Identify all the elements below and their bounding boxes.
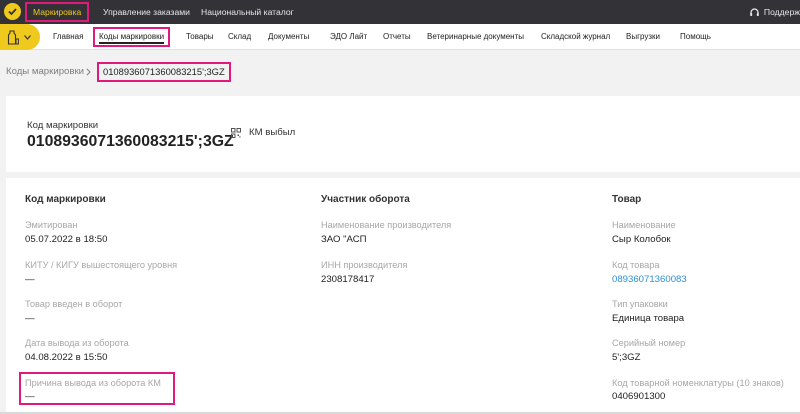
field-value-product-name: Сыр Колобок (612, 234, 671, 245)
field-label-product-name: Наименование (612, 220, 676, 230)
field-value-tnved: 0406901300 (612, 391, 666, 402)
code-header-label: Код маркировки (27, 120, 99, 131)
tab-help[interactable]: Помощь (680, 24, 711, 50)
product-section-title: Товар (612, 194, 642, 205)
withdrawal-reason-highlight (19, 372, 175, 405)
field-label-product-code: Код товара (612, 260, 660, 270)
field-value-package-type: Единица товара (612, 313, 685, 324)
participant-section-title: Участник оборота (321, 194, 410, 205)
code-header-value: 0108936071360083215';3GZ (27, 133, 234, 150)
field-value-serial-number: 5';3GZ (612, 352, 641, 363)
top-nav-orders[interactable]: Управление заказами (103, 0, 190, 24)
field-value-manufacturer-name: ЗАО "АСП (321, 234, 367, 245)
tab-home[interactable]: Главная (53, 24, 83, 50)
field-label-tnved: Код товарной номенклатуры (10 знаков) (612, 378, 784, 388)
field-label-parent-kitu: КИТУ / КИГУ вышестоящего уровня (25, 260, 178, 270)
sub-nav-bar: Главная Коды маркировки Товары Склад Док… (0, 24, 800, 50)
field-label-manufacturer-name: Наименование производителя (321, 220, 452, 230)
field-label-serial-number: Серийный номер (612, 338, 686, 348)
field-value-withdrawal-date: 04.08.2022 в 15:50 (25, 352, 108, 363)
headset-icon (750, 7, 759, 16)
field-value-parent-kitu: — (25, 274, 35, 285)
tab-vet-documents[interactable]: Ветеринарные документы (427, 24, 524, 50)
breadcrumb: Коды маркировки 0108936071360083215';3GZ (0, 51, 800, 96)
product-code-link[interactable]: 08936071360083 (612, 274, 687, 285)
code-status: КМ выбыл (231, 127, 295, 138)
top-nav-markirovka[interactable]: Маркировка (25, 2, 90, 22)
code-details-card: Код маркировки Эмитирован 05.07.2022 в 1… (6, 178, 800, 414)
logo-icon[interactable] (4, 3, 21, 20)
tab-edo-lite[interactable]: ЭДО Лайт (330, 24, 367, 50)
field-value-manufacturer-inn: 2308178417 (321, 274, 375, 285)
tab-products[interactable]: Товары (186, 24, 214, 50)
dairy-bottle-icon (7, 29, 19, 45)
chevron-down-icon (24, 34, 31, 40)
field-label-withdrawal-reason: Причина вывода из оборота КМ (25, 378, 161, 388)
top-nav-national-catalog[interactable]: Национальный каталог (201, 0, 294, 24)
code-status-text: КМ выбыл (249, 127, 296, 138)
product-group-dropdown[interactable] (0, 24, 40, 50)
tab-exports[interactable]: Выгрузки (626, 24, 660, 50)
tab-marking-codes[interactable]: Коды маркировки (93, 27, 171, 47)
field-label-withdrawal-date: Дата вывода из оборота (25, 338, 129, 348)
tab-documents[interactable]: Документы (268, 24, 309, 50)
breadcrumb-current-code: 0108936071360083215';3GZ (97, 62, 231, 82)
support-label: Поддерж (763, 7, 800, 17)
field-value-emitted: 05.07.2022 в 18:50 (25, 234, 108, 245)
code-header-card: Код маркировки 0108936071360083215';3GZ … (6, 96, 800, 172)
chevron-right-icon (86, 68, 91, 76)
qr-code-icon (231, 127, 241, 138)
marking-section-title: Код маркировки (25, 194, 106, 205)
support-link[interactable]: Поддерж (749, 0, 800, 24)
field-label-package-type: Тип упаковки (612, 299, 668, 309)
field-label-manufacturer-inn: ИНН производителя (321, 260, 408, 270)
tab-reports[interactable]: Отчеты (383, 24, 411, 50)
tab-warehouse-journal[interactable]: Складской журнал (541, 24, 610, 50)
breadcrumb-marking-codes[interactable]: Коды маркировки (6, 66, 84, 77)
tab-warehouse[interactable]: Склад (228, 24, 251, 50)
field-value-introduced: — (25, 313, 35, 324)
field-label-emitted: Эмитирован (25, 220, 78, 230)
top-bar: Маркировка Управление заказами Националь… (0, 0, 800, 24)
field-value-withdrawal-reason: — (25, 391, 35, 402)
field-label-introduced: Товар введен в оборот (25, 299, 123, 309)
